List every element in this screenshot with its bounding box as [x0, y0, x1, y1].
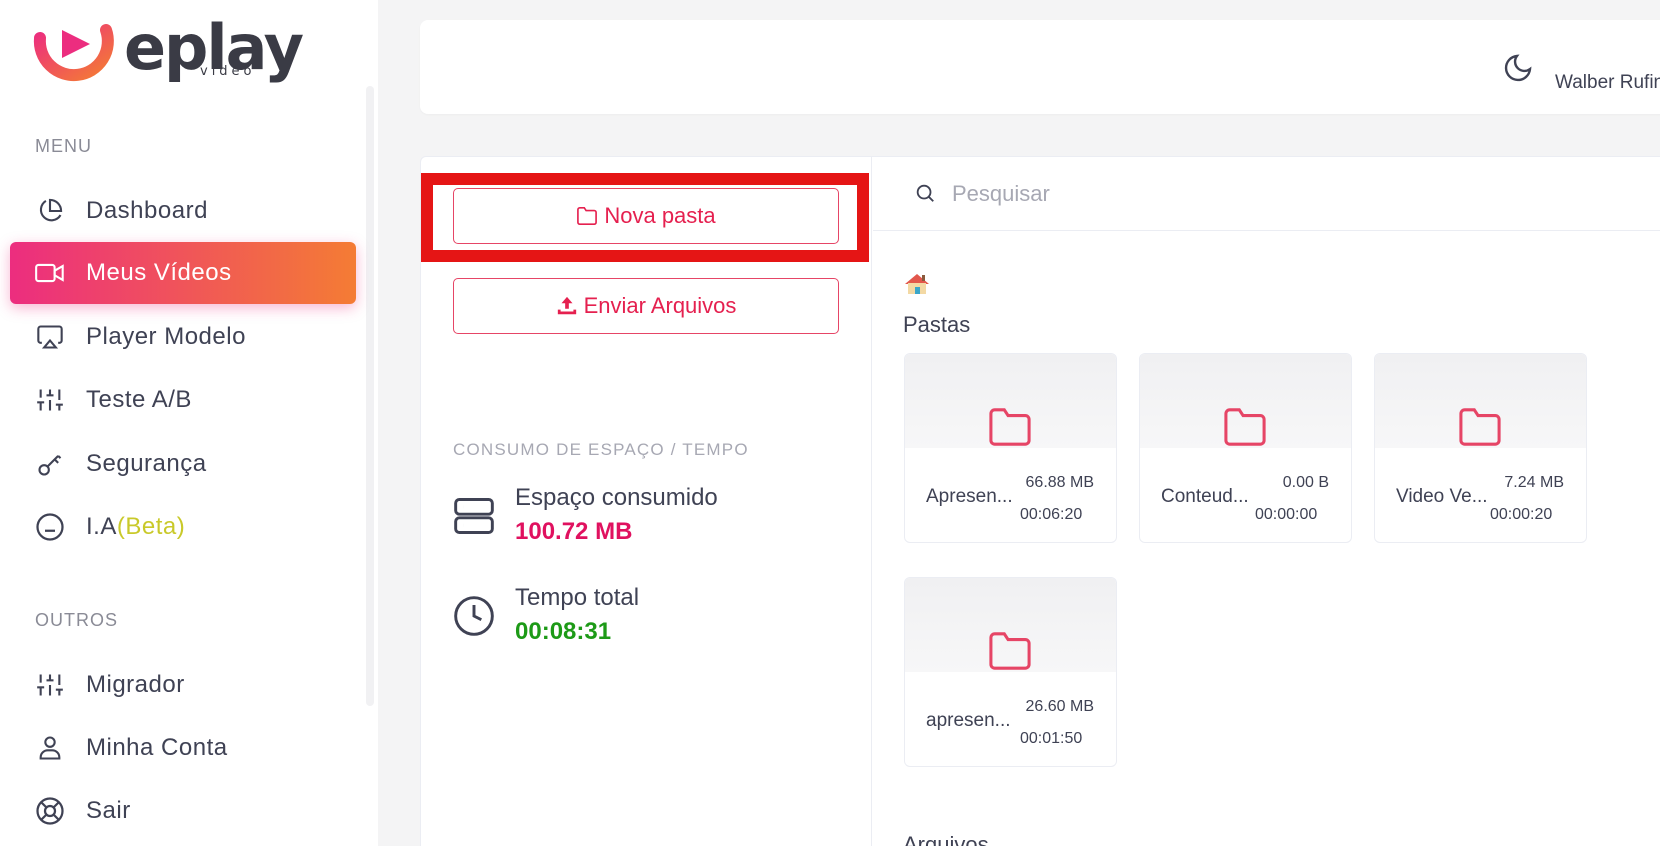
new-folder-button[interactable]: Nova pasta	[453, 188, 839, 244]
folder-icon	[1224, 408, 1266, 446]
brand-subtitle: vídeo	[200, 64, 256, 79]
sidebar-item-sair[interactable]: Sair	[10, 780, 356, 842]
folder-duration: 00:00:00	[1255, 506, 1318, 523]
sidebar-item-label: Dashboard	[86, 197, 208, 224]
user-icon	[34, 732, 66, 764]
usage-title: CONSUMO DE ESPAÇO / TEMPO	[453, 440, 749, 459]
smile-icon	[34, 511, 66, 543]
time-label: Tempo total	[515, 584, 640, 611]
new-folder-label: Nova pasta	[604, 203, 716, 228]
folder-icon	[577, 207, 598, 225]
home-icon[interactable]	[904, 272, 930, 301]
folder-duration: 00:00:20	[1490, 506, 1553, 523]
play-logo-icon	[33, 24, 114, 82]
sidebar-item-minha-conta[interactable]: Minha Conta	[10, 717, 356, 779]
brand-logo[interactable]: eplay vídeo	[32, 8, 322, 88]
sidebar-item-seguranca[interactable]: Segurança	[10, 433, 356, 495]
sidebar-item-player-modelo[interactable]: Player Modelo	[10, 306, 356, 368]
folder-thumbnail	[1375, 354, 1586, 448]
top-header	[420, 20, 1660, 114]
sidebar-item-label: Player Modelo	[86, 323, 246, 350]
sidebar-item-label: Segurança	[86, 450, 207, 477]
upload-files-button[interactable]: Enviar Arquivos	[453, 278, 839, 334]
sidebar-item-label: Migrador	[86, 671, 185, 698]
sidebar-item-label: Meus Vídeos	[86, 259, 232, 286]
folder-name: apresen...	[926, 710, 1011, 731]
user-name[interactable]: Walber Rufino	[1555, 72, 1660, 94]
folder-icon	[989, 408, 1031, 446]
sidebar-item-ia[interactable]: I.A (Beta)	[10, 496, 356, 558]
sidebar-item-migrador[interactable]: Migrador	[10, 654, 356, 716]
folder-duration: 00:06:20	[1020, 506, 1083, 523]
time-value: 00:08:31	[515, 618, 612, 645]
upload-icon	[557, 296, 576, 315]
sidebar-item-label: I.A	[86, 513, 117, 540]
sidebar-item-label: Minha Conta	[86, 734, 228, 761]
search-icon	[914, 182, 936, 209]
folder-icon	[1459, 408, 1501, 446]
space-value: 100.72 MB	[515, 518, 633, 545]
sidebar-item-dashboard[interactable]: Dashboard	[10, 180, 356, 242]
sidebar-item-teste-ab[interactable]: Teste A/B	[10, 369, 356, 431]
folder-size: 26.60 MB	[1025, 698, 1094, 715]
menu-section-label: MENU	[35, 136, 92, 156]
video-camera-icon	[34, 257, 66, 289]
lifebuoy-icon	[34, 795, 66, 827]
moon-icon[interactable]	[1502, 52, 1534, 84]
folder-card[interactable]: Conteud... 0.00 B 00:00:00	[1139, 353, 1352, 543]
sliders-icon	[34, 384, 66, 416]
folder-icon	[989, 632, 1031, 670]
sidebar-item-meus-videos[interactable]: Meus Vídeos	[10, 242, 356, 304]
upload-files-label: Enviar Arquivos	[583, 293, 737, 318]
folder-card[interactable]: apresen... 26.60 MB 00:01:50	[904, 577, 1117, 767]
folder-thumbnail	[905, 354, 1116, 448]
folder-name: Apresen...	[926, 486, 1013, 507]
sidebar: eplay vídeo MENU Dashboard Meus Vídeos P…	[0, 0, 378, 846]
clock-icon	[452, 594, 496, 638]
folders-title: Pastas	[903, 312, 971, 337]
airplay-icon	[34, 321, 66, 353]
folder-thumbnail	[1140, 354, 1351, 448]
files-title: Arquivos	[903, 832, 989, 846]
search-input[interactable]	[952, 176, 1552, 212]
folder-size: 66.88 MB	[1025, 474, 1094, 491]
folder-thumbnail	[905, 578, 1116, 672]
folder-size: 7.24 MB	[1504, 474, 1564, 491]
folder-card[interactable]: Video Ve... 7.24 MB 00:00:20	[1374, 353, 1587, 543]
folder-duration: 00:01:50	[1020, 730, 1083, 747]
sidebar-scrollbar[interactable]	[366, 86, 374, 706]
folder-card[interactable]: Apresen... 66.88 MB 00:06:20	[904, 353, 1117, 543]
sidebar-item-label: Sair	[86, 797, 131, 824]
folder-size: 0.00 B	[1282, 474, 1329, 491]
others-section-label: OUTROS	[35, 610, 119, 630]
folder-name: Conteud...	[1161, 486, 1249, 507]
folder-name: Video Ve...	[1396, 486, 1488, 507]
beta-badge: (Beta)	[116, 513, 186, 540]
space-label: Espaço consumido	[515, 484, 718, 511]
sliders-icon	[34, 669, 66, 701]
server-icon	[452, 494, 496, 538]
pie-chart-icon	[34, 195, 66, 227]
sidebar-item-label: Teste A/B	[86, 386, 192, 413]
key-icon	[34, 448, 66, 480]
